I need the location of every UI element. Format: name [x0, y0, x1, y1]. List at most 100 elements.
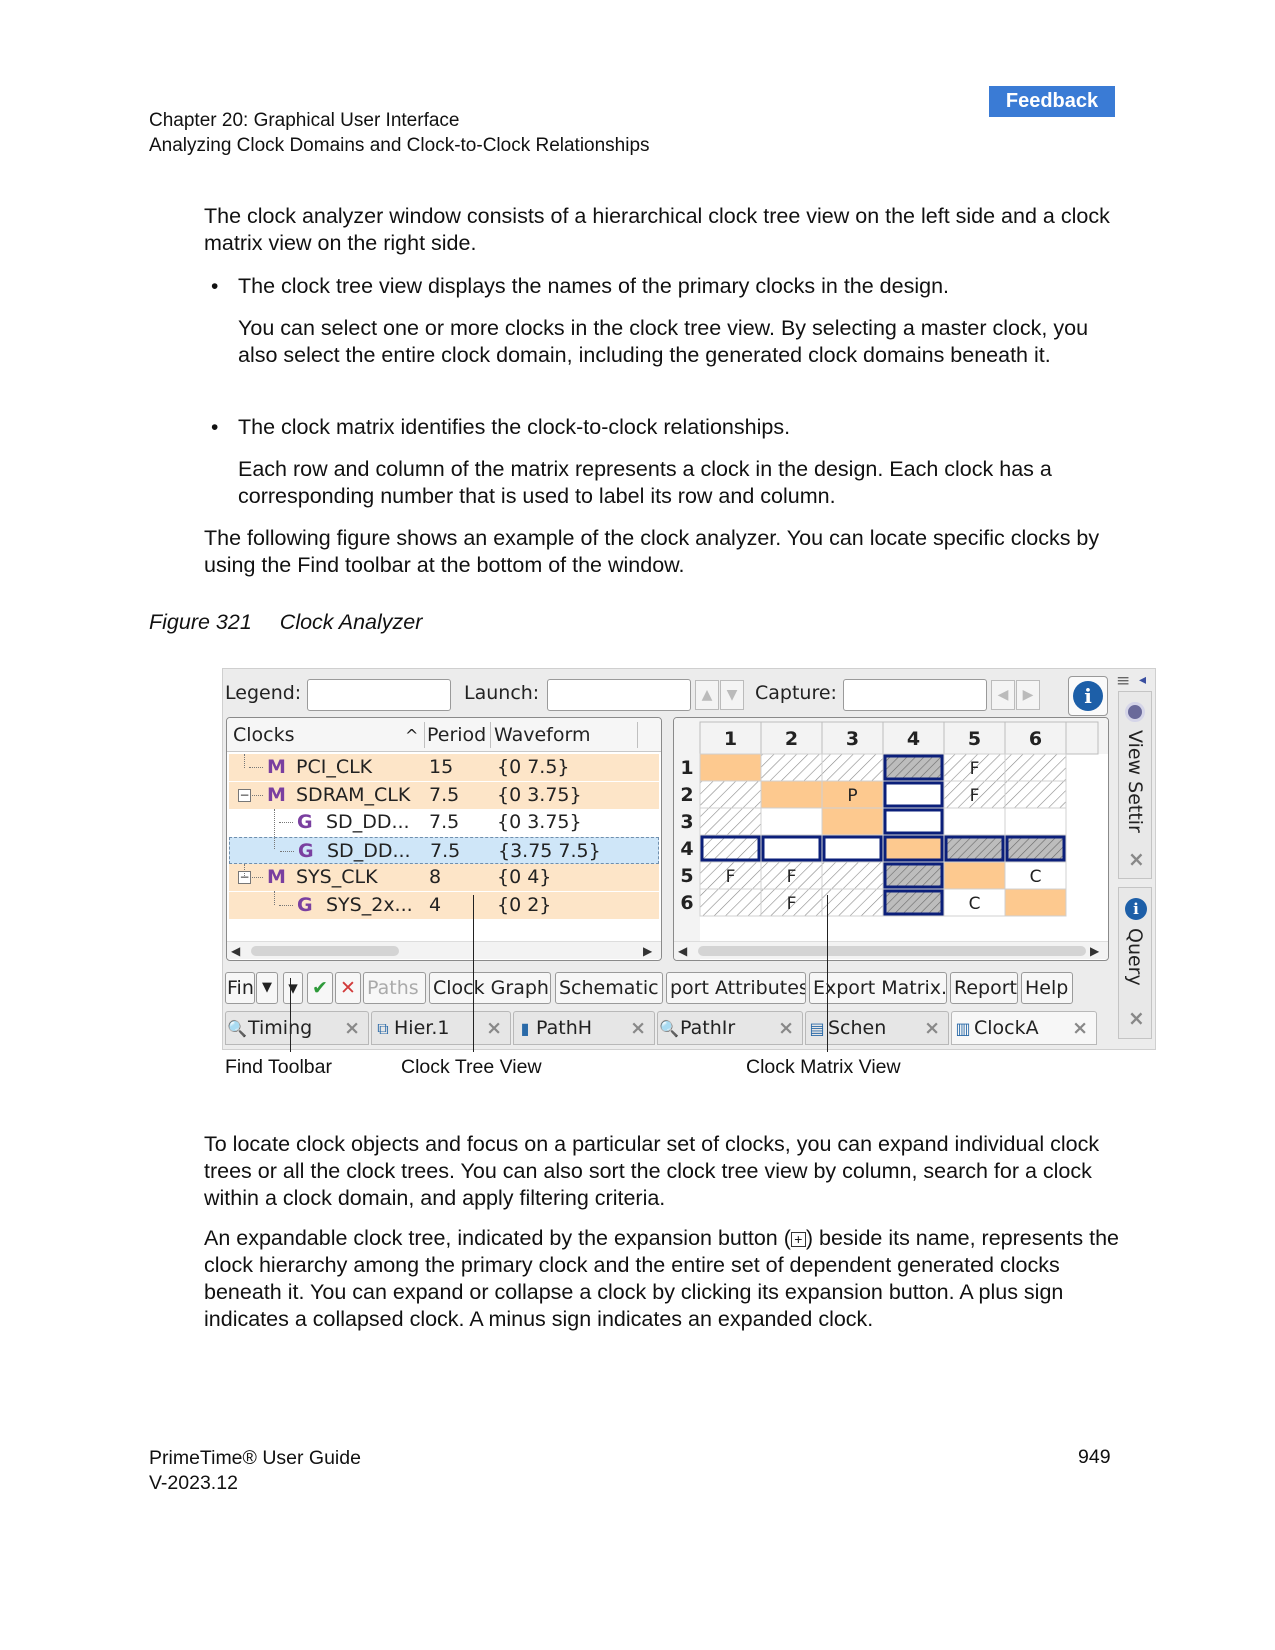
close-icon[interactable]: ×: [1128, 1006, 1145, 1030]
clock-tree-row[interactable]: M SYS_CLK 8 {0 4} −: [229, 864, 659, 891]
matrix-cell[interactable]: [1004, 807, 1067, 836]
find-mode-dropdown[interactable]: ▼: [256, 972, 278, 1004]
sort-ascending-icon[interactable]: ^: [405, 726, 418, 745]
collapse-icon[interactable]: −: [238, 788, 251, 802]
schematic-button[interactable]: Schematic: [555, 972, 663, 1004]
matrix-cell[interactable]: [821, 888, 884, 917]
page-header: Chapter 20: Graphical User Interface Ana…: [149, 108, 650, 158]
matrix-cell[interactable]: [1004, 780, 1067, 809]
scroll-thumb[interactable]: [251, 946, 399, 956]
matrix-cell[interactable]: [882, 834, 945, 863]
query-tab[interactable]: i Query ×: [1118, 887, 1152, 1039]
find-accept-icon[interactable]: ✔: [307, 972, 333, 1004]
menu-icon[interactable]: ≡: [1116, 671, 1130, 691]
clock-tree-row[interactable]: G SD_DD... 7.5 {3.75 7.5}: [229, 836, 659, 864]
scroll-left-icon[interactable]: ◀: [231, 942, 240, 960]
report-attributes-button[interactable]: port Attributes: [666, 972, 806, 1004]
matrix-column-label: 2: [785, 728, 798, 750]
matrix-cell[interactable]: [699, 753, 762, 782]
matrix-cell[interactable]: [760, 753, 823, 782]
tab-path-inspector[interactable]: 🔍PathIr ×: [657, 1011, 803, 1045]
report-button[interactable]: Report: [950, 972, 1018, 1004]
bullet-marker: •: [211, 275, 219, 298]
generated-clock-badge: G: [298, 839, 314, 862]
paths-button[interactable]: Paths: [363, 972, 426, 1004]
close-icon[interactable]: ×: [486, 1012, 502, 1044]
matrix-cell[interactable]: [882, 861, 945, 890]
close-icon[interactable]: ×: [778, 1012, 794, 1044]
find-label[interactable]: Fin: [225, 972, 255, 1004]
matrix-row-label: 2: [680, 784, 693, 806]
matrix-cell[interactable]: [821, 834, 884, 863]
capture-field[interactable]: [843, 679, 987, 711]
matrix-cell[interactable]: [760, 807, 823, 836]
column-period[interactable]: Period: [427, 724, 486, 746]
matrix-cell[interactable]: [943, 861, 1006, 890]
scroll-left-icon[interactable]: ◀: [678, 942, 687, 960]
clock-tree-row[interactable]: M SDRAM_CLK 7.5 {0 3.75} −: [229, 781, 659, 809]
launch-field[interactable]: [547, 679, 691, 711]
column-clocks[interactable]: Clocks: [233, 724, 295, 746]
matrix-cell[interactable]: [699, 888, 762, 917]
tab-label: Hier.1: [394, 1017, 450, 1039]
scroll-right-icon[interactable]: ▶: [1090, 942, 1099, 960]
schematic-icon: ▤: [809, 1019, 825, 1038]
matrix-cell[interactable]: [699, 780, 762, 809]
matrix-cell[interactable]: [882, 780, 945, 809]
tree-horizontal-scrollbar[interactable]: ◀ ▶: [227, 941, 661, 959]
feedback-button[interactable]: Feedback: [989, 86, 1115, 117]
clock-period: 8: [429, 866, 442, 888]
matrix-cell[interactable]: [1004, 834, 1067, 863]
matrix-cell[interactable]: [882, 807, 945, 836]
tab-timing[interactable]: 🔍Timing ×: [225, 1011, 369, 1045]
matrix-horizontal-scrollbar[interactable]: ◀ ▶: [674, 941, 1108, 959]
matrix-cell[interactable]: [1004, 888, 1067, 917]
view-settings-label: View Settir: [1124, 730, 1146, 833]
clock-matrix-view: 112233445566FPFFFCFC ◀ ▶: [673, 717, 1109, 961]
clock-waveform: {0 4}: [497, 866, 552, 888]
close-icon[interactable]: ×: [344, 1012, 360, 1044]
legend-field[interactable]: [307, 679, 451, 711]
matrix-cell[interactable]: [821, 753, 884, 782]
launch-down-button[interactable]: ▼: [720, 680, 744, 710]
matrix-cell[interactable]: [943, 807, 1006, 836]
matrix-cell[interactable]: [821, 807, 884, 836]
scroll-right-icon[interactable]: ▶: [643, 942, 652, 960]
matrix-cell[interactable]: [882, 753, 945, 782]
matrix-cell[interactable]: [760, 780, 823, 809]
clock-tree-row[interactable]: G SD_DD... 7.5 {0 3.75}: [229, 809, 659, 836]
clock-name: SD_DD...: [327, 839, 411, 862]
matrix-cell[interactable]: [821, 861, 884, 890]
capture-next-button[interactable]: ▶: [1016, 680, 1040, 710]
tab-path-histogram[interactable]: ▮ PathH ×: [513, 1011, 655, 1045]
close-icon[interactable]: ×: [924, 1012, 940, 1044]
tree-connector: [249, 794, 263, 796]
close-icon[interactable]: ×: [1128, 847, 1145, 871]
clock-tree-row[interactable]: M PCI_CLK 15 {0 7.5}: [229, 754, 659, 781]
find-cancel-icon[interactable]: ✕: [335, 972, 361, 1004]
find-input[interactable]: ▾: [283, 972, 303, 1004]
matrix-cell[interactable]: [943, 834, 1006, 863]
launch-up-button[interactable]: ▲: [695, 680, 719, 710]
tab-clock-analyzer[interactable]: ▥ ClockA ×: [951, 1011, 1097, 1045]
matrix-cell[interactable]: [1004, 753, 1067, 782]
generated-clock-badge: G: [297, 811, 313, 833]
export-matrix-button[interactable]: Export Matrix..: [809, 972, 947, 1004]
view-settings-tab[interactable]: View Settir ×: [1118, 691, 1152, 879]
matrix-cell[interactable]: [699, 807, 762, 836]
matrix-cell[interactable]: [882, 888, 945, 917]
clock-tree-row[interactable]: G SYS_2x... 4 {0 2}: [229, 891, 659, 919]
matrix-cell[interactable]: [699, 834, 762, 863]
column-waveform[interactable]: Waveform: [494, 724, 590, 746]
bullet-matrix-detail: Each row and column of the matrix repres…: [238, 457, 1052, 508]
collapse-arrow-icon[interactable]: ◂: [1139, 672, 1146, 688]
close-icon[interactable]: ×: [630, 1012, 646, 1044]
help-button[interactable]: Help: [1021, 972, 1073, 1004]
clock-graph-button[interactable]: Clock Graph: [429, 972, 551, 1004]
info-button[interactable]: i: [1068, 676, 1108, 716]
capture-prev-button[interactable]: ◀: [991, 680, 1015, 710]
matrix-cell[interactable]: [760, 834, 823, 863]
tab-hierarchy[interactable]: ⧉ Hier.1 ×: [371, 1011, 511, 1045]
scroll-thumb[interactable]: [698, 946, 1086, 956]
close-icon[interactable]: ×: [1072, 1012, 1088, 1044]
